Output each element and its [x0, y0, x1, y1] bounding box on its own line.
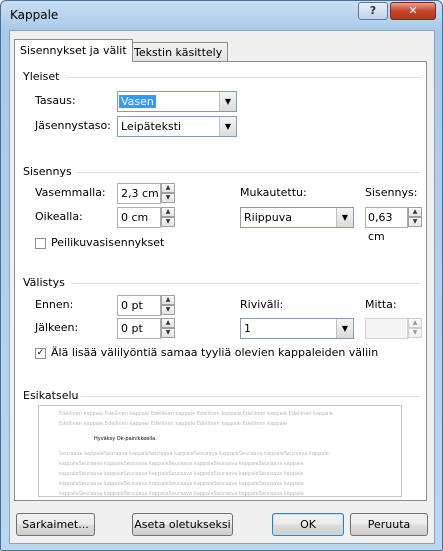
special-indent-value: Riippuva [244, 211, 292, 224]
line-spacing-select[interactable]: 1 ▼ [240, 318, 354, 339]
preview-next-line: kappaleSeuraava kappaleSeuraava kappaleS… [59, 481, 304, 487]
spacing-after-label: Jälkeen: [35, 321, 79, 334]
set-as-default-button[interactable]: Aseta oletukseksi [132, 513, 233, 536]
preview-previous-line: Edellinen kappale Edellinen kappale Edel… [59, 411, 333, 417]
outline-level-select[interactable]: Leipäteksti ▼ [117, 116, 237, 137]
mirror-indents-label: Peilikuvasisennykset [51, 236, 165, 249]
line-spacing-value: 1 [244, 322, 251, 335]
spin-up-icon[interactable]: ▲ [161, 295, 175, 305]
separator [75, 172, 421, 173]
cancel-button[interactable]: Peruuta [350, 513, 428, 536]
alignment-value: Vasen [119, 95, 156, 108]
window-title: Kappale [10, 8, 59, 22]
spin-up-icon[interactable]: ▲ [408, 318, 422, 328]
line-spacing-label: Riviväli: [240, 298, 284, 311]
special-indent-select[interactable]: Riippuva ▼ [240, 207, 354, 228]
dialog-client: Sisennykset ja välit Tekstin käsittely Y… [9, 30, 435, 544]
indent-right-input[interactable]: 0 cm [117, 207, 161, 228]
chevron-down-icon[interactable]: ▼ [336, 319, 353, 338]
no-space-same-style-label: Älä lisää välilyöntiä samaa tyyliä olevi… [51, 346, 379, 359]
spacing-at-input[interactable] [365, 318, 408, 339]
indent-by-input[interactable]: 0,63 cm [365, 207, 408, 243]
spin-down-icon[interactable]: ▼ [161, 305, 175, 315]
mirror-indents-checkbox[interactable] [35, 238, 46, 249]
alignment-label: Tasaus: [35, 94, 76, 107]
tab-label: Tekstin käsittely [134, 46, 223, 59]
tab-panel: Yleiset Tasaus: Vasen ▼ Jäsennystaso: Le… [14, 61, 427, 501]
alignment-select[interactable]: Vasen ▼ [117, 91, 237, 112]
preview-previous-line: Edellinen kappale Edellinen kappale Edel… [59, 421, 288, 427]
indent-right-spinner[interactable]: ▲ ▼ [161, 207, 175, 228]
chevron-down-icon[interactable]: ▼ [219, 92, 236, 111]
spin-down-icon[interactable]: ▼ [161, 328, 175, 338]
tab-indents-spacing[interactable]: Sisennykset ja välit [14, 39, 133, 62]
section-general-heading: Yleiset [23, 70, 60, 83]
tab-line-page-breaks[interactable]: Tekstin käsittely [128, 42, 229, 62]
indent-left-spinner[interactable]: ▲ ▼ [161, 183, 175, 204]
preview-next-line: Seuraava kappaleSeuraava kappaleSeuraava… [59, 451, 329, 457]
preview-next-line: kappaleSeuraava kappaleSeuraava kappaleS… [59, 461, 304, 467]
spin-up-icon[interactable]: ▲ [161, 183, 175, 193]
separator [67, 77, 421, 78]
indent-by-spinner[interactable]: ▲ ▼ [408, 207, 422, 228]
preview-current-paragraph: Hyväksy Ok-painikkeella. [94, 436, 157, 442]
chevron-down-icon[interactable]: ▼ [336, 208, 353, 227]
spacing-before-input[interactable]: 0 pt [117, 295, 161, 316]
spin-up-icon[interactable]: ▲ [408, 207, 422, 217]
spin-down-icon[interactable]: ▼ [161, 217, 175, 227]
spacing-at-spinner[interactable]: ▲ ▼ [408, 318, 422, 339]
outline-level-label: Jäsennystaso: [35, 119, 111, 132]
no-space-same-style-checkbox[interactable]: ✓ [35, 348, 46, 359]
separator [71, 283, 421, 284]
spin-down-icon[interactable]: ▼ [408, 328, 422, 338]
special-indent-label: Mukautettu: [240, 186, 307, 199]
paragraph-preview: Edellinen kappale Edellinen kappale Edel… [38, 405, 402, 497]
dialog-window: Kappale ? ✕ Sisennykset ja välit Tekstin… [0, 0, 443, 551]
spacing-at-label: Mitta: [365, 298, 397, 311]
ok-button[interactable]: OK [272, 513, 344, 536]
spin-up-icon[interactable]: ▲ [161, 318, 175, 328]
indent-left-label: Vasemmalla: [35, 186, 106, 199]
chevron-down-icon[interactable]: ▼ [219, 117, 236, 136]
outline-level-value: Leipäteksti [121, 120, 182, 133]
indent-by-label: Sisennys: [365, 186, 418, 199]
section-spacing-heading: Välistys [23, 276, 65, 289]
spacing-before-label: Ennen: [35, 298, 74, 311]
spacing-before-spinner[interactable]: ▲ ▼ [161, 295, 175, 316]
section-indent-heading: Sisennys [23, 165, 72, 178]
spin-down-icon[interactable]: ▼ [408, 217, 422, 227]
indent-left-input[interactable]: 2,3 cm [117, 183, 161, 204]
spin-down-icon[interactable]: ▼ [161, 193, 175, 203]
spacing-after-spinner[interactable]: ▲ ▼ [161, 318, 175, 339]
spacing-after-input[interactable]: 0 pt [117, 318, 161, 339]
preview-next-line: kappaleSeuraava kappaleSeuraava kappaleS… [59, 491, 304, 497]
tab-label: Sisennykset ja välit [20, 44, 127, 57]
help-button[interactable]: ? [358, 2, 388, 20]
title-bar[interactable]: Kappale ? ✕ [1, 1, 442, 29]
preview-next-line: kappaleSeuraava kappaleSeuraava kappaleS… [59, 471, 304, 477]
section-preview-heading: Esikatselu [23, 389, 79, 402]
tabs-button[interactable]: Sarkaimet... [16, 513, 95, 536]
close-button[interactable]: ✕ [390, 2, 436, 20]
indent-right-label: Oikealla: [35, 210, 83, 223]
spin-up-icon[interactable]: ▲ [161, 207, 175, 217]
separator [81, 396, 421, 397]
